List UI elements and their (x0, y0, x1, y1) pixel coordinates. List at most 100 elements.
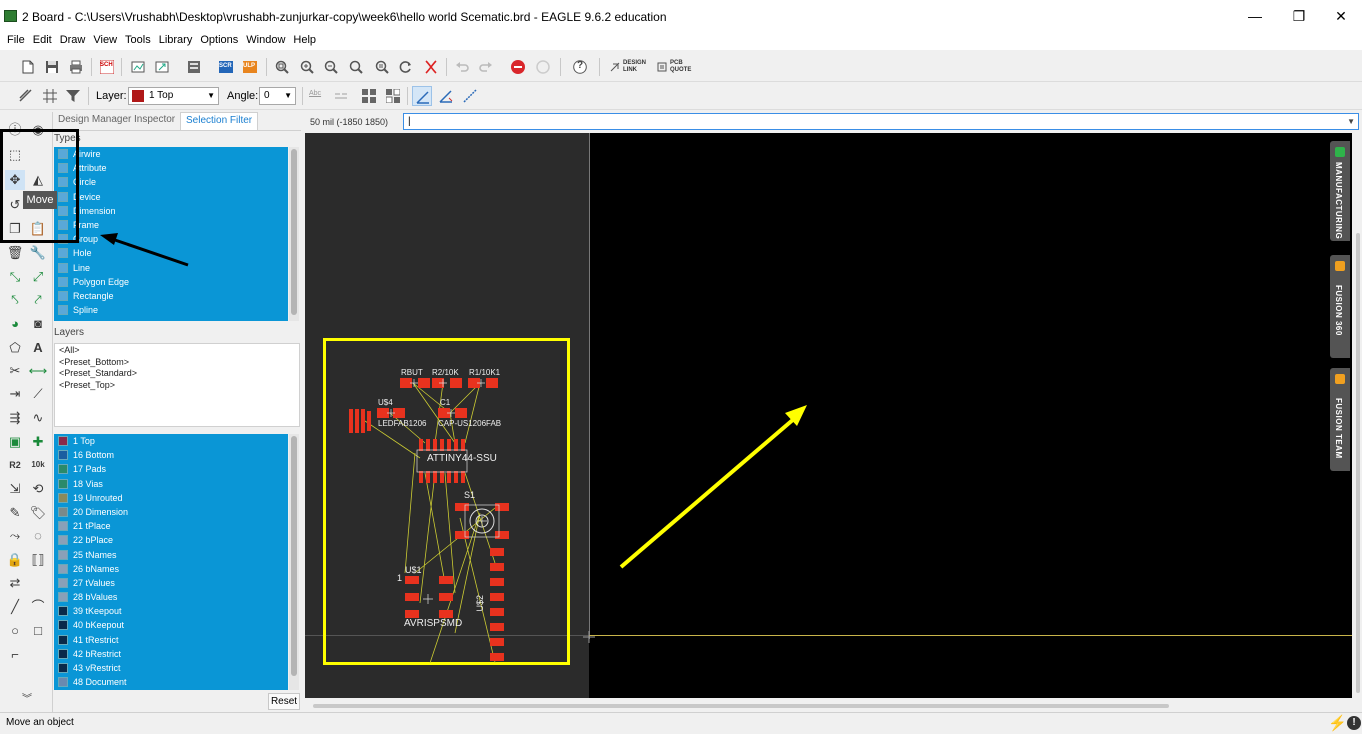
menu-tools[interactable]: Tools (121, 32, 155, 46)
filter-button[interactable] (63, 86, 83, 106)
canvas-horizontal-scrollbar[interactable] (305, 700, 1355, 712)
reset-button[interactable]: Reset (268, 693, 300, 710)
layer-filter-item[interactable]: 48 Document (54, 675, 288, 689)
board-button[interactable] (184, 57, 204, 77)
preset-item[interactable]: <All> (55, 345, 299, 357)
types-scrollbar-thumb[interactable] (291, 149, 297, 315)
zoom-last-button[interactable] (372, 57, 392, 77)
wrench-icon[interactable]: 🔧 (28, 243, 48, 263)
wire-icon[interactable]: ⟷ (28, 361, 48, 381)
polygon-icon[interactable]: ⬠ (5, 338, 25, 358)
tab-inspector[interactable]: Inspector (129, 112, 180, 130)
value-icon[interactable]: 10k (28, 455, 48, 475)
delete-icon[interactable]: 🗑 (5, 243, 25, 263)
preset-item[interactable]: <Preset_Top> (55, 380, 299, 392)
export-button[interactable] (152, 57, 172, 77)
alert-icon[interactable]: ! (1347, 716, 1361, 730)
cam-button[interactable] (128, 57, 148, 77)
zoom-in-button[interactable] (297, 57, 317, 77)
gateswap-icon[interactable]: ⇄ (5, 573, 25, 593)
layer-filter-item[interactable]: 43 vRestrict (54, 661, 288, 675)
text-abc-mirror-button[interactable] (331, 86, 351, 106)
horizontal-scrollbar-thumb[interactable] (313, 704, 1169, 708)
name-icon[interactable]: R2 (5, 455, 25, 475)
redraw-button[interactable] (396, 57, 416, 77)
layer-filter-item[interactable]: 21 tPlace (54, 519, 288, 533)
grid-button[interactable] (40, 86, 60, 106)
menu-edit[interactable]: Edit (29, 32, 56, 46)
redo-button[interactable] (476, 57, 496, 77)
ulp-button[interactable]: ULP (240, 57, 260, 77)
types-scrollbar[interactable] (289, 147, 299, 321)
undo-button[interactable] (452, 57, 472, 77)
layer-filter-item[interactable]: 22 bPlace (54, 533, 288, 547)
layer-filter-item[interactable]: 20 Dimension (54, 505, 288, 519)
help-button[interactable]: ? (570, 57, 590, 77)
preset-item[interactable]: <Preset_Standard> (55, 368, 299, 380)
change-icon[interactable]: ✎ (5, 503, 25, 523)
menu-view[interactable]: View (89, 32, 121, 46)
vertical-scrollbar-thumb[interactable] (1356, 233, 1360, 693)
layer-filter-item[interactable]: 41 tRestrict (54, 633, 288, 647)
restore-button[interactable]: ❐ (1284, 6, 1314, 26)
print-button[interactable] (66, 57, 86, 77)
preset-item[interactable]: <Preset_Bottom> (55, 357, 299, 369)
spline-icon[interactable]: ⌐ (5, 645, 25, 665)
replace-icon[interactable]: ⟲ (28, 479, 48, 499)
menu-window[interactable]: Window (242, 32, 289, 46)
new-file-button[interactable] (18, 57, 38, 77)
type-filter-item[interactable]: Dimension (54, 204, 288, 218)
type-filter-item[interactable]: Spline (54, 303, 288, 317)
minimize-button[interactable]: — (1240, 6, 1270, 26)
meander-icon[interactable]: ∿ (28, 408, 48, 428)
smash-icon[interactable]: ⇲ (5, 479, 25, 499)
schematic-button[interactable]: SCH (97, 57, 117, 77)
design-link-button[interactable]: DESIGN LINK (610, 60, 650, 76)
dimension-icon[interactable]: ◌ (28, 526, 48, 546)
text-icon[interactable]: A (28, 338, 48, 358)
layer-filter-item[interactable]: 16 Bottom (54, 448, 288, 462)
layer-filter-item[interactable]: 28 bValues (54, 590, 288, 604)
circle-icon[interactable]: ○ (5, 621, 25, 641)
group-icon[interactable]: ▣ (5, 432, 25, 452)
mark-icon[interactable]: ⟦⟧ (28, 550, 48, 570)
add-icon[interactable]: ✚ (28, 432, 48, 452)
wire-style-button[interactable] (16, 86, 36, 106)
route-mode-1-button[interactable] (412, 86, 432, 106)
tab-design-manager[interactable]: Design Manager (53, 112, 136, 130)
type-filter-item[interactable]: Device (54, 190, 288, 204)
grid-view-2-button[interactable] (383, 86, 403, 106)
type-filter-item[interactable]: Airwire (54, 147, 288, 161)
miter-icon[interactable]: ⇥ (5, 384, 25, 404)
layers-list[interactable]: 1 Top 16 Bottom 17 Pads 18 Vias 19 Unrouted 2… (54, 434, 288, 690)
fusion-team-tab[interactable]: FUSION TEAM (1330, 368, 1350, 471)
menu-draw[interactable]: Draw (56, 32, 90, 46)
hole-icon[interactable]: ◙ (28, 314, 48, 334)
grid-view-1-button[interactable] (359, 86, 379, 106)
layer-filter-item[interactable]: 40 bKeepout (54, 618, 288, 632)
ratsnest-button[interactable] (421, 57, 441, 77)
line-icon[interactable]: ⟋ (28, 384, 48, 404)
layer-filter-item[interactable]: 25 tNames (54, 548, 288, 562)
menu-help[interactable]: Help (289, 32, 320, 46)
menu-library[interactable]: Library (155, 32, 197, 46)
route-mode-3-button[interactable] (460, 86, 480, 106)
ripup-icon[interactable]: ⤣ (5, 290, 25, 310)
layer-filter-item[interactable]: 19 Unrouted (54, 491, 288, 505)
arc-icon[interactable]: ⌒ (28, 597, 48, 617)
zoom-out-button[interactable] (321, 57, 341, 77)
menu-file[interactable]: File (0, 32, 29, 46)
manufacturing-tab[interactable]: MANUFACTURING (1330, 141, 1350, 241)
more-tools-icon[interactable]: ︾ (17, 690, 37, 710)
layer-filter-item[interactable]: 27 tValues (54, 576, 288, 590)
menu-options[interactable]: Options (196, 32, 242, 46)
slice-icon[interactable]: ⤤ (28, 290, 48, 310)
fusion-360-tab[interactable]: FUSION 360 (1330, 255, 1350, 358)
type-filter-item[interactable]: Polygon Edge (54, 275, 288, 289)
save-button[interactable] (42, 57, 62, 77)
layer-filter-item[interactable]: 39 tKeepout (54, 604, 288, 618)
draw-line-icon[interactable]: ╱ (5, 597, 25, 617)
presets-list[interactable]: <All> <Preset_Bottom> <Preset_Standard> … (54, 343, 300, 427)
route-mode-2-button[interactable] (436, 86, 456, 106)
layer-filter-item[interactable]: 17 Pads (54, 462, 288, 476)
